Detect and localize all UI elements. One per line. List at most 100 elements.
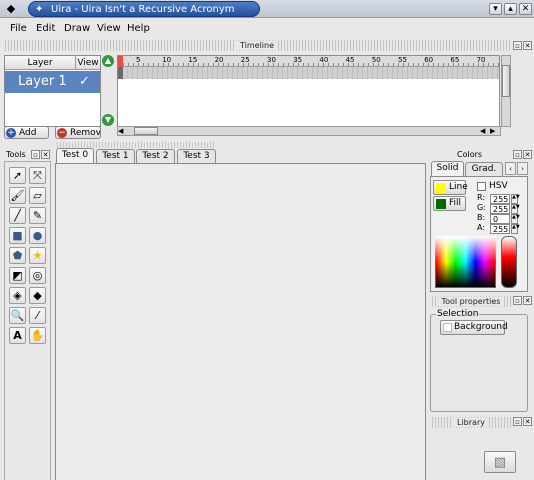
zoom-tool[interactable]: 🔍 [9,307,26,324]
ruler-tick-label: 15 [188,56,198,64]
visibility-check-icon[interactable]: ✓ [79,74,90,89]
maximize-button[interactable]: ▴ [504,3,517,15]
fill-color-button[interactable]: Fill [433,196,466,211]
float-icon[interactable]: ▫ [513,150,522,159]
tab-test-1[interactable]: Test 1 [96,149,135,163]
scroll-left-icon[interactable]: ◀ [118,127,126,135]
channel-value-input[interactable]: 255 [490,194,510,204]
ruler-tick-label: 20 [214,56,224,64]
node-tool[interactable]: ⤧ [29,167,46,184]
view-column-header[interactable]: View [76,56,100,70]
tab-gradient[interactable]: Grad. [465,162,503,176]
channel-label: G: [477,203,486,212]
eyedropper-tool[interactable]: ⁄ [29,307,46,324]
menu-draw[interactable]: Draw [64,23,90,34]
channel-value-input[interactable]: 0 [490,214,510,224]
tools-title: Tools [6,150,26,159]
channel-label: R: [477,193,486,202]
layer-name: Layer 1 [18,74,67,89]
ruler-tick-label: 50 [371,56,381,64]
window-menu-icon[interactable]: ◆ [4,2,18,16]
transform-icon: ◩ [12,269,23,282]
eraser-icon: ▱ [33,189,42,202]
add-layer-button[interactable]: + Add [4,126,49,139]
spin-arrows-icon[interactable]: ▲▼ [511,194,520,204]
library-header[interactable]: Library [430,417,512,428]
pen-tool[interactable]: ✎ [29,207,46,224]
line-color-button[interactable]: Line [433,180,468,195]
tool-properties-header[interactable]: Tool properties [430,296,512,307]
tab-scroll-left-icon[interactable]: ‹ [505,162,516,175]
float-icon[interactable]: ▫ [513,296,522,305]
background-button[interactable]: Background [440,320,508,335]
scroll-left-end-icon[interactable]: ◀ [480,127,488,135]
ellipse-tool[interactable]: ● [29,227,46,244]
remove-layer-button[interactable]: − Remove [55,126,101,139]
drawing-canvas[interactable] [55,163,426,480]
hsv-checkbox[interactable] [477,182,486,191]
tab-test-2[interactable]: Test 2 [136,149,175,163]
text-tool[interactable]: A [9,327,26,344]
close-icon[interactable]: ✕ [523,296,532,305]
selection-group-label: Selection [436,309,480,319]
layer-column-header[interactable]: Layer [5,56,76,70]
eyedropper-icon: ⁄ [36,309,39,322]
minimize-button[interactable]: ▾ [489,3,502,15]
playhead[interactable] [118,56,123,67]
close-icon[interactable]: ✕ [41,150,50,159]
star-tool[interactable]: ★ [29,247,46,264]
float-icon[interactable]: ▫ [513,417,522,426]
add-icon: + [6,128,16,138]
arrow-icon: ➚ [12,169,23,182]
tab-solid[interactable]: Solid [431,161,464,176]
bucket-fill-tool[interactable]: ◈ [9,287,26,304]
spin-arrows-icon[interactable]: ▲▼ [511,204,520,214]
line-icon: ╱ [14,209,21,222]
spin-arrows-icon[interactable]: ▲▼ [511,214,520,224]
scroll-right-icon[interactable]: ▶ [490,127,498,135]
keyframe[interactable] [118,67,123,79]
menu-view[interactable]: View [97,23,121,34]
close-icon[interactable]: ✕ [523,417,532,426]
ruler-tick-label: 25 [240,56,250,64]
layer-frames-row[interactable] [118,67,499,79]
brightness-slider[interactable] [501,236,517,288]
polygon-tool[interactable]: ⬟ [9,247,26,264]
spin-arrows-icon[interactable]: ▲▼ [511,224,520,234]
scroll-down-icon[interactable]: ▼ [102,114,114,126]
timeline-hscrollbar[interactable] [117,126,501,136]
spiral-tool[interactable]: ◎ [29,267,46,284]
frame-ruler[interactable]: 5 10 15 20 25 30 35 40 45 50 55 60 65 70 [118,56,499,67]
tab-test-0[interactable]: Test 0 [56,148,94,163]
hscroll-thumb[interactable] [134,127,158,135]
paint-bucket-tool[interactable]: ◆ [29,287,46,304]
remove-label: Remove [70,128,101,138]
tab-scroll-right-icon[interactable]: › [517,162,528,175]
brush-tool[interactable]: 🖌 [9,187,26,204]
tab-test-3[interactable]: Test 3 [177,149,216,163]
channel-value-input[interactable]: 255 [490,224,510,234]
float-icon[interactable]: ▫ [513,41,522,50]
line-tool[interactable]: ╱ [9,207,26,224]
paint-bucket-icon: ◆ [33,289,42,302]
close-icon[interactable]: ✕ [523,150,532,159]
scroll-up-icon[interactable]: ▲ [102,55,114,67]
rectangle-tool[interactable]: ■ [9,227,26,244]
float-icon[interactable]: ▫ [31,150,40,159]
transform-tool[interactable]: ◩ [9,267,26,284]
menu-edit[interactable]: Edit [36,23,55,34]
line-label: Line [449,182,468,192]
node-icon: ⤧ [33,169,42,182]
menu-file[interactable]: File [10,23,27,34]
library-import-button[interactable]: ▧ [484,451,516,473]
menu-help[interactable]: Help [127,23,150,34]
channel-value-input[interactable]: 255 [490,204,510,214]
eraser-tool[interactable]: ▱ [29,187,46,204]
close-icon[interactable]: ✕ [523,41,532,50]
timeline-dock-header[interactable]: Timeline [3,40,511,51]
close-button[interactable]: ✕ [519,3,532,15]
hsv-label: HSV [489,181,508,191]
arrow-tool[interactable]: ➚ [9,167,26,184]
vscroll-thumb[interactable] [502,65,510,97]
hand-tool[interactable]: ✋ [29,327,46,344]
